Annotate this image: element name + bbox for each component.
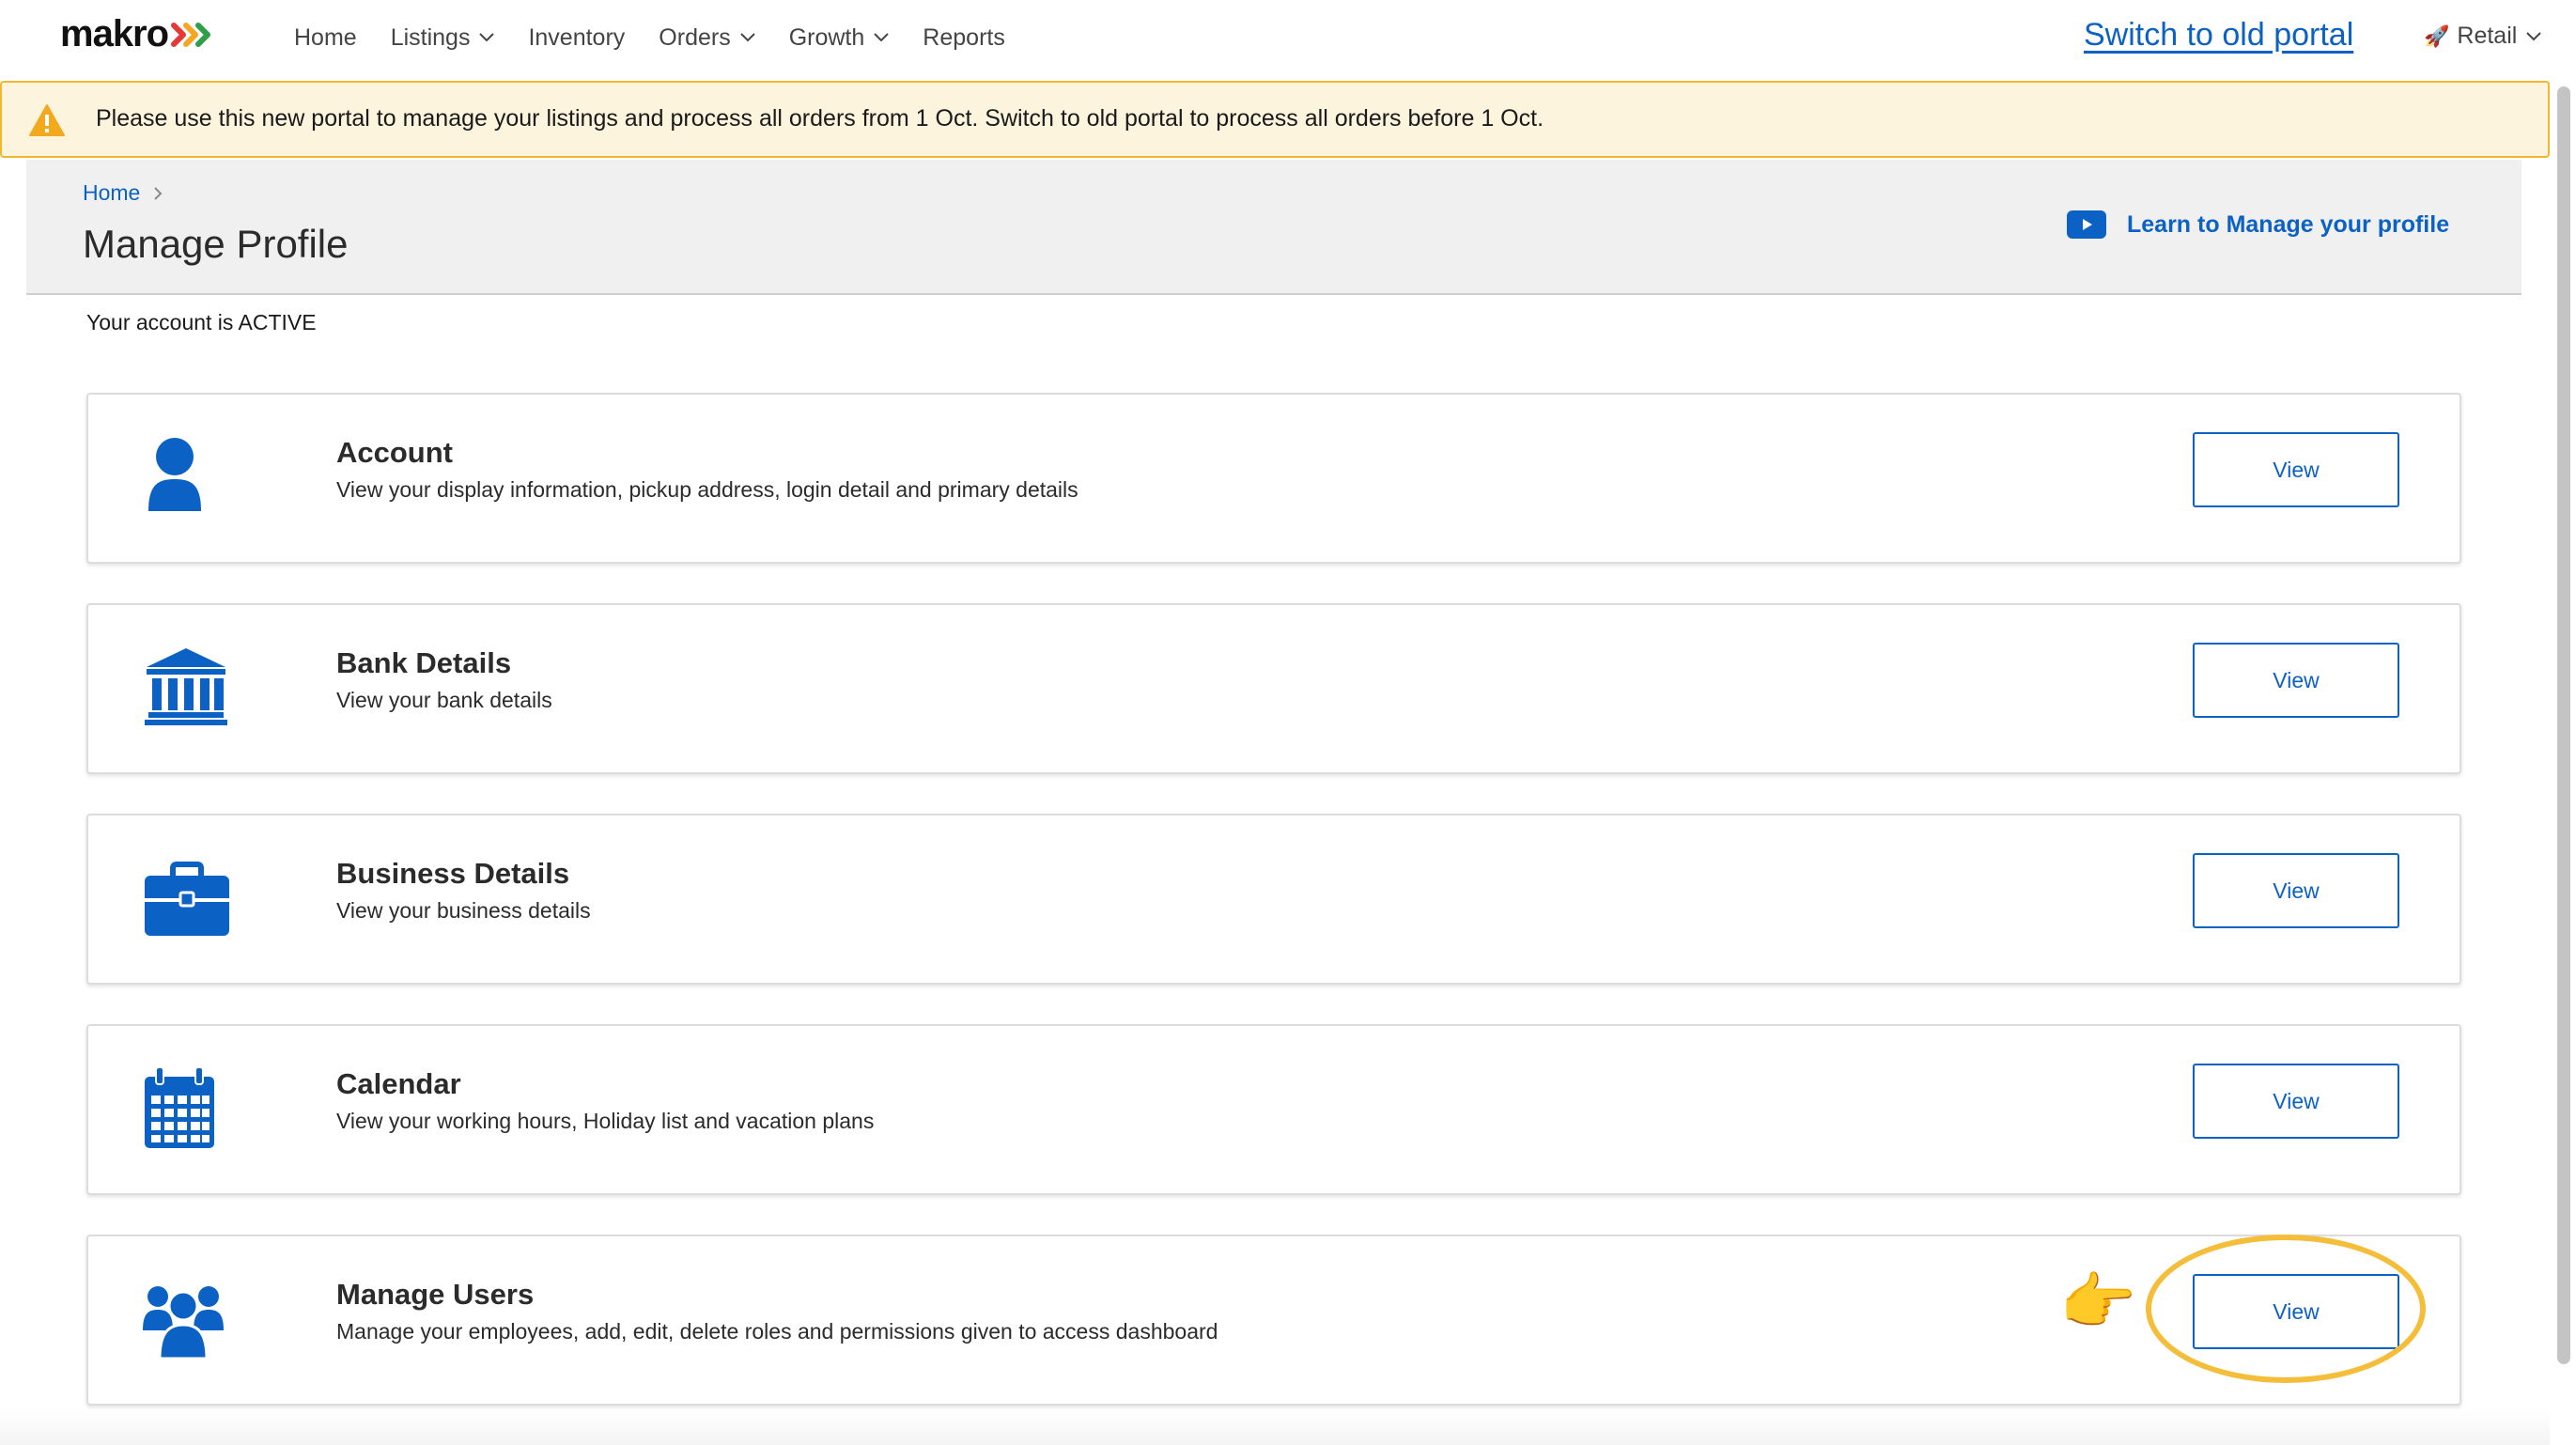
users-icon — [143, 1286, 224, 1360]
card-description: View your bank details — [336, 688, 552, 712]
nav-item-inventory[interactable]: Inventory — [528, 24, 625, 52]
chevron-down-icon — [874, 33, 890, 42]
banner-message: Please use this new portal to manage you… — [96, 105, 1544, 132]
card-calendar: Calendar View your working hours, Holida… — [86, 1024, 2461, 1195]
chevron-right-icon — [154, 186, 163, 200]
page-header: Home Manage Profile Learn to Manage your… — [26, 160, 2522, 295]
switch-to-old-portal-link[interactable]: Switch to old portal — [2084, 17, 2353, 54]
logo-text: makro — [60, 13, 169, 54]
card-description: Manage your employees, add, edit, delete… — [336, 1319, 1218, 1344]
card-description: View your business details — [336, 898, 591, 923]
nav-item-orders[interactable]: Orders — [659, 24, 755, 52]
logo-arrows-icon — [171, 22, 211, 47]
highlight-ring — [2146, 1235, 2426, 1383]
makro-logo[interactable]: makro — [60, 13, 213, 55]
calendar-icon — [145, 1067, 214, 1148]
nav-item-home[interactable]: Home — [294, 24, 357, 52]
breadcrumb-home-link[interactable]: Home — [83, 180, 140, 206]
view-bank-details-button[interactable]: View — [2193, 643, 2399, 718]
nav-menu: Home Listings Inventory Orders Growth Re… — [294, 0, 1039, 75]
card-bank-details: Bank Details View your bank details View — [86, 603, 2461, 774]
person-icon — [148, 438, 201, 511]
nav-item-growth[interactable]: Growth — [789, 24, 890, 52]
bottom-edge — [0, 1409, 2550, 1445]
chevron-down-icon — [739, 33, 755, 42]
notice-banner: Please use this new portal to manage you… — [0, 81, 2550, 158]
scrollbar-thumb[interactable] — [2557, 86, 2570, 1364]
card-title: Account — [336, 436, 453, 469]
pointing-hand-icon: 👉 — [2059, 1266, 2137, 1336]
chevron-down-icon — [2526, 31, 2542, 40]
chevron-down-icon — [479, 33, 495, 42]
account-status-text: Your account is ACTIVE — [86, 310, 317, 334]
learn-manage-profile-link[interactable]: Learn to Manage your profile — [2067, 210, 2449, 239]
account-type-dropdown[interactable]: 🚀 Retail — [2424, 23, 2542, 50]
top-nav: makro Home Listings Inventory Orders Gro… — [0, 0, 2576, 79]
card-title: Business Details — [336, 857, 570, 890]
card-title: Bank Details — [336, 646, 512, 679]
breadcrumb: Home — [83, 180, 163, 206]
rocket-icon: 🚀 — [2424, 23, 2450, 48]
nav-item-listings[interactable]: Listings — [391, 24, 495, 52]
card-title: Manage Users — [336, 1278, 535, 1311]
card-description: View your working hours, Holiday list an… — [336, 1109, 875, 1133]
view-calendar-button[interactable]: View — [2193, 1064, 2399, 1139]
account-type-label: Retail — [2457, 23, 2518, 49]
nav-item-reports[interactable]: Reports — [923, 24, 1005, 52]
bank-icon — [145, 648, 227, 725]
video-play-icon — [2067, 210, 2106, 239]
warning-icon — [29, 104, 65, 136]
page-title: Manage Profile — [83, 222, 349, 266]
card-description: View your display information, pickup ad… — [336, 477, 1079, 502]
card-title: Calendar — [336, 1067, 461, 1100]
view-account-button[interactable]: View — [2193, 432, 2399, 507]
view-business-details-button[interactable]: View — [2193, 853, 2399, 928]
card-account: Account View your display information, p… — [86, 393, 2461, 564]
card-business-details: Business Details View your business deta… — [86, 814, 2461, 985]
briefcase-icon — [145, 862, 229, 936]
